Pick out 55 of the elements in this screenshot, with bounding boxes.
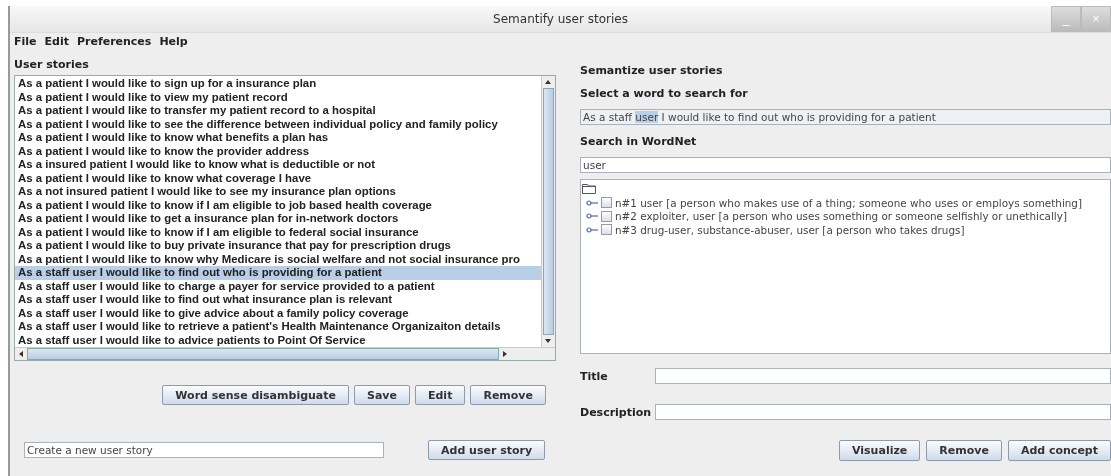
section-label: User stories	[14, 58, 89, 71]
checkbox[interactable]	[601, 210, 612, 222]
list-item[interactable]: As a patient I would like to know if I am eligible to job based health coverage	[15, 198, 541, 212]
list-item[interactable]: As a patient I would like to get a insurance plan for in-network doctors	[15, 212, 541, 226]
add-concept-button[interactable]: Add concept	[1007, 440, 1111, 461]
menu-item[interactable]: Edit	[44, 35, 69, 50]
list-item[interactable]: As a patient I would like to know what coverage I have	[15, 171, 541, 185]
sense-text[interactable]: n#2 exploiter, user [a person who uses something or someone selfishly or unethically]	[615, 210, 1067, 223]
list-item[interactable]: As a patient I would like to know the provider address	[15, 144, 541, 158]
sense-text[interactable]: n#3 drug-user, substance-abuser, user [a person who takes drugs]	[615, 223, 965, 236]
sense-text[interactable]: n#1 user [a person who makes use of a thing; someone who uses or employs something]	[615, 196, 1082, 209]
window-title: Semantify user stories	[493, 12, 628, 26]
save-button[interactable]: Save	[354, 385, 410, 405]
menu-item[interactable]: File	[14, 35, 37, 50]
list-item[interactable]: As a staff user I would like to find out who is providing for a patient	[15, 266, 541, 280]
panel-heading: Semantize user stories	[580, 64, 723, 77]
checkbox[interactable]	[601, 224, 612, 236]
list-item[interactable]: As a patient I would like to transfer my patient record to a hospital	[15, 104, 541, 118]
search-field[interactable]: user	[580, 157, 1111, 173]
list-item[interactable]: As a staff user I would like to charge a payer for service provided to a patient	[15, 279, 541, 293]
sentence-field[interactable]: As a staff user I would like to find out who is providing for a patient	[580, 109, 1111, 125]
field-label: Title	[580, 369, 609, 383]
field-label: Search in WordNet	[580, 135, 697, 148]
list-item[interactable]: As a patient I would like to know why Medicare is social welfare and not social insurance pro	[15, 252, 541, 266]
new-story-field[interactable]: Create a new user story	[24, 442, 384, 458]
menu-item[interactable]: Help	[159, 35, 188, 50]
field-label: Select a word to search for	[580, 87, 748, 100]
expand-handle-icon[interactable]	[586, 198, 598, 207]
list-item[interactable]: As a staff user I would like to give advice about a family policy coverage	[15, 306, 541, 320]
list-item[interactable]: As a patient I would like to buy private insurance that pay for prescription drugs	[15, 239, 541, 253]
remove-button[interactable]: Remove	[470, 385, 546, 405]
list-item[interactable]: As a patient I would like to sign up for a insurance plan	[15, 77, 541, 91]
list-item[interactable]: As a staff user I would like to find out what insurance plan is relevant	[15, 293, 541, 307]
list-item[interactable]: As a patient I would like to see the difference between individual policy and family policy	[15, 117, 541, 131]
title-field[interactable]	[655, 368, 1111, 384]
expand-handle-icon[interactable]	[586, 225, 598, 234]
horizontal-scrollbar[interactable]	[15, 347, 555, 360]
disambiguate-button[interactable]: Word sense disambiguate	[162, 385, 349, 405]
list-item[interactable]: As a patient I would like to know what benefits a plan has	[15, 131, 541, 145]
visualize-button[interactable]: Visualize	[839, 440, 921, 461]
field-label: Description	[580, 405, 653, 419]
remove-button[interactable]: Remove	[926, 440, 1002, 461]
menu-item[interactable]: Preferences	[76, 35, 152, 50]
list-item[interactable]: As a not insured patient I would like to see my insurance plan options	[15, 185, 541, 199]
vertical-scrollbar[interactable]	[541, 76, 555, 347]
list-item[interactable]: As a staff user I would like to retrieve a patient's Health Maintenance Organizaiton details	[15, 320, 541, 334]
expand-handle-icon[interactable]	[586, 212, 598, 221]
checkbox[interactable]	[601, 197, 612, 209]
list-item[interactable]: As a staff user I would like to advice patients to Point Of Service	[15, 333, 541, 347]
edit-button[interactable]: Edit	[415, 385, 466, 405]
list-item[interactable]: As a patient I would like to view my patient record	[15, 90, 541, 104]
add-story-button[interactable]: Add user story	[428, 440, 546, 460]
description-field[interactable]	[655, 404, 1111, 420]
list-item[interactable]: As a insured patient I would like to know what is deductible or not	[15, 158, 541, 172]
list-item[interactable]: As a patient I would like to know if I am eligible to federal social insurance	[15, 225, 541, 239]
